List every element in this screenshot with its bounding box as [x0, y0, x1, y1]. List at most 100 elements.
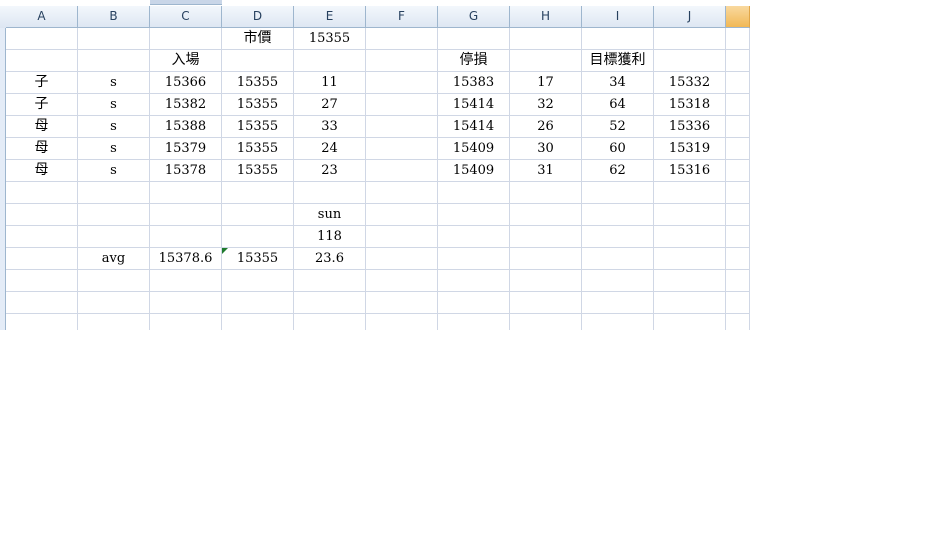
- cell-c15[interactable]: [150, 314, 222, 330]
- cell-h8[interactable]: 31: [510, 160, 582, 182]
- cell-e12[interactable]: 23.6: [294, 248, 366, 270]
- cell-i9[interactable]: [582, 182, 654, 204]
- cell-c7[interactable]: 15379: [150, 138, 222, 160]
- cell-c8[interactable]: 15378: [150, 160, 222, 182]
- cell-a10[interactable]: [6, 204, 78, 226]
- cell-d12[interactable]: 15355: [222, 248, 294, 270]
- cell-f2[interactable]: [366, 28, 438, 50]
- cell-h7[interactable]: 30: [510, 138, 582, 160]
- cell-a6[interactable]: 母: [6, 116, 78, 138]
- cell-h3[interactable]: [510, 50, 582, 72]
- cell-k4[interactable]: [726, 72, 750, 94]
- cell-h10[interactable]: [510, 204, 582, 226]
- cell-j14[interactable]: [654, 292, 726, 314]
- cell-c4[interactable]: 15366: [150, 72, 222, 94]
- cell-e6[interactable]: 33: [294, 116, 366, 138]
- cell-g15[interactable]: [438, 314, 510, 330]
- cell-i7[interactable]: 60: [582, 138, 654, 160]
- cell-e13[interactable]: [294, 270, 366, 292]
- cell-b4[interactable]: s: [78, 72, 150, 94]
- cell-b3[interactable]: [78, 50, 150, 72]
- cell-j13[interactable]: [654, 270, 726, 292]
- cell-e14[interactable]: [294, 292, 366, 314]
- cell-i14[interactable]: [582, 292, 654, 314]
- cell-c10[interactable]: [150, 204, 222, 226]
- cell-j5[interactable]: 15318: [654, 94, 726, 116]
- cell-f5[interactable]: [366, 94, 438, 116]
- cell-a11[interactable]: [6, 226, 78, 248]
- cell-k2[interactable]: [726, 28, 750, 50]
- cell-k6[interactable]: [726, 116, 750, 138]
- cell-b10[interactable]: [78, 204, 150, 226]
- cell-b11[interactable]: [78, 226, 150, 248]
- cell-i13[interactable]: [582, 270, 654, 292]
- cell-b6[interactable]: s: [78, 116, 150, 138]
- cell-e2[interactable]: 15355: [294, 28, 366, 50]
- cell-g11[interactable]: [438, 226, 510, 248]
- cell-b7[interactable]: s: [78, 138, 150, 160]
- cell-h14[interactable]: [510, 292, 582, 314]
- column-header-b[interactable]: B: [78, 6, 150, 28]
- cell-h6[interactable]: 26: [510, 116, 582, 138]
- column-header-e[interactable]: E: [294, 6, 366, 28]
- cell-b2[interactable]: [78, 28, 150, 50]
- cell-a4[interactable]: 子: [6, 72, 78, 94]
- cell-i3[interactable]: 目標獲利: [582, 50, 654, 72]
- cell-g12[interactable]: [438, 248, 510, 270]
- cell-e15[interactable]: [294, 314, 366, 330]
- cell-k11[interactable]: [726, 226, 750, 248]
- cell-k7[interactable]: [726, 138, 750, 160]
- cell-e10[interactable]: sun: [294, 204, 366, 226]
- cell-g3[interactable]: 停損: [438, 50, 510, 72]
- column-header-d[interactable]: D: [222, 6, 294, 28]
- cell-e9[interactable]: [294, 182, 366, 204]
- cell-j9[interactable]: [654, 182, 726, 204]
- cell-h11[interactable]: [510, 226, 582, 248]
- cell-e7[interactable]: 24: [294, 138, 366, 160]
- cell-d15[interactable]: [222, 314, 294, 330]
- cell-a15[interactable]: [6, 314, 78, 330]
- cell-a14[interactable]: [6, 292, 78, 314]
- column-header-f[interactable]: F: [366, 6, 438, 28]
- cell-e11[interactable]: 118: [294, 226, 366, 248]
- cell-h9[interactable]: [510, 182, 582, 204]
- cell-f11[interactable]: [366, 226, 438, 248]
- column-header-g[interactable]: G: [438, 6, 510, 28]
- cell-e4[interactable]: 11: [294, 72, 366, 94]
- cell-i12[interactable]: [582, 248, 654, 270]
- cell-b5[interactable]: s: [78, 94, 150, 116]
- cell-c9[interactable]: [150, 182, 222, 204]
- cell-d14[interactable]: [222, 292, 294, 314]
- cell-c11[interactable]: [150, 226, 222, 248]
- cell-h15[interactable]: [510, 314, 582, 330]
- cell-e3[interactable]: [294, 50, 366, 72]
- cell-f8[interactable]: [366, 160, 438, 182]
- cell-f4[interactable]: [366, 72, 438, 94]
- cell-g5[interactable]: 15414: [438, 94, 510, 116]
- cell-f15[interactable]: [366, 314, 438, 330]
- cell-k9[interactable]: [726, 182, 750, 204]
- column-header-j[interactable]: J: [654, 6, 726, 28]
- cell-c13[interactable]: [150, 270, 222, 292]
- cell-c5[interactable]: 15382: [150, 94, 222, 116]
- cell-i11[interactable]: [582, 226, 654, 248]
- cell-j4[interactable]: 15332: [654, 72, 726, 94]
- cell-j6[interactable]: 15336: [654, 116, 726, 138]
- cell-g9[interactable]: [438, 182, 510, 204]
- cell-k10[interactable]: [726, 204, 750, 226]
- cell-h5[interactable]: 32: [510, 94, 582, 116]
- cell-b8[interactable]: s: [78, 160, 150, 182]
- cell-c14[interactable]: [150, 292, 222, 314]
- cell-g13[interactable]: [438, 270, 510, 292]
- column-header-c[interactable]: C: [150, 6, 222, 28]
- column-header-h[interactable]: H: [510, 6, 582, 28]
- cell-g14[interactable]: [438, 292, 510, 314]
- cell-k14[interactable]: [726, 292, 750, 314]
- cell-a13[interactable]: [6, 270, 78, 292]
- cell-a2[interactable]: [6, 28, 78, 50]
- cell-k15[interactable]: [726, 314, 750, 330]
- cell-d11[interactable]: [222, 226, 294, 248]
- cell-g6[interactable]: 15414: [438, 116, 510, 138]
- cell-j11[interactable]: [654, 226, 726, 248]
- cell-d5[interactable]: 15355: [222, 94, 294, 116]
